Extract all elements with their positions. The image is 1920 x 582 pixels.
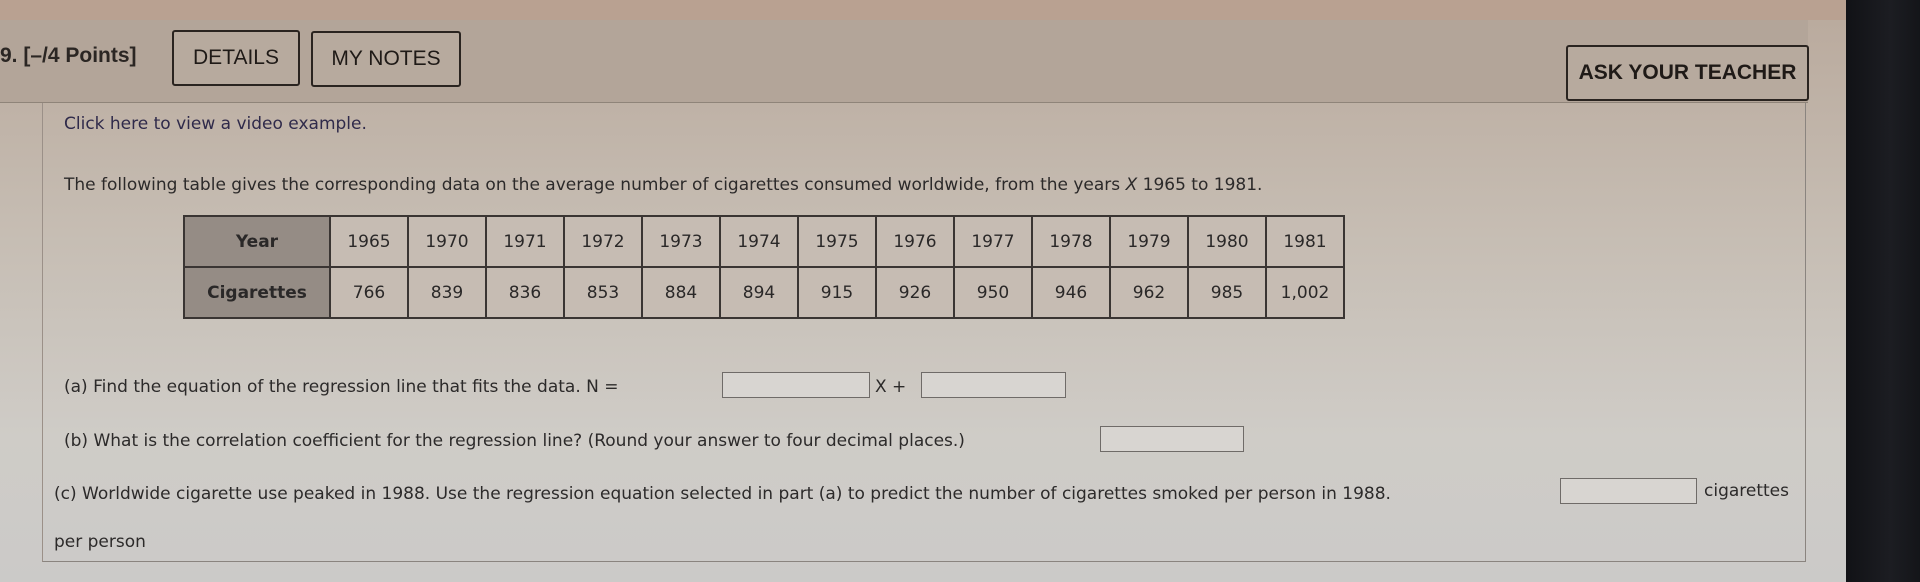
cigarettes-cell: 894 bbox=[719, 266, 799, 319]
year-cell: 1978 bbox=[1031, 215, 1111, 268]
row-header-cigarettes: Cigarettes bbox=[183, 266, 331, 319]
year-cell: 1974 bbox=[719, 215, 799, 268]
cigarettes-cell: 946 bbox=[1031, 266, 1111, 319]
screen: 9. [–/4 Points] DETAILS MY NOTES ASK YOU… bbox=[0, 0, 1846, 582]
part-b-text: (b) What is the correlation coefficient … bbox=[64, 431, 965, 451]
part-c-text: (c) Worldwide cigarette use peaked in 19… bbox=[54, 484, 1391, 504]
slope-input-field[interactable] bbox=[723, 373, 869, 397]
cigarettes-cell: 839 bbox=[407, 266, 487, 319]
ask-your-teacher-button[interactable]: ASK YOUR TEACHER bbox=[1566, 45, 1809, 101]
row-header-year: Year bbox=[183, 215, 331, 268]
part-c-wrap-text: per person bbox=[54, 532, 146, 552]
prediction-input-field[interactable] bbox=[1561, 479, 1696, 503]
cigarettes-cell: 884 bbox=[641, 266, 721, 319]
year-cell: 1965 bbox=[329, 215, 409, 268]
year-cell: 1972 bbox=[563, 215, 643, 268]
year-cell: 1979 bbox=[1109, 215, 1189, 268]
cigarettes-cell: 836 bbox=[485, 266, 565, 319]
video-example-link[interactable]: Click here to view a video example. bbox=[64, 114, 367, 134]
table-row-cigarettes: Cigarettes 766 839 836 853 884 894 915 9… bbox=[183, 266, 1345, 319]
table-row-year: Year 1965 1970 1971 1972 1973 1974 1975 … bbox=[183, 215, 1345, 268]
intro-text-prefix: The following table gives the correspond… bbox=[64, 175, 1126, 195]
year-cell: 1975 bbox=[797, 215, 877, 268]
details-button[interactable]: DETAILS bbox=[172, 30, 300, 86]
year-cell: 1970 bbox=[407, 215, 487, 268]
intercept-input[interactable] bbox=[921, 372, 1066, 398]
year-cell: 1981 bbox=[1265, 215, 1345, 268]
slope-input[interactable] bbox=[722, 372, 870, 398]
year-cell: 1980 bbox=[1187, 215, 1267, 268]
correlation-input-field[interactable] bbox=[1101, 427, 1243, 451]
year-cell: 1977 bbox=[953, 215, 1033, 268]
cigarettes-data-table: Year 1965 1970 1971 1972 1973 1974 1975 … bbox=[183, 215, 1345, 319]
cigarettes-cell: 926 bbox=[875, 266, 955, 319]
intro-text: The following table gives the correspond… bbox=[64, 175, 1262, 195]
prediction-input[interactable] bbox=[1560, 478, 1697, 504]
part-a-text: (a) Find the equation of the regression … bbox=[64, 377, 619, 397]
cigarettes-cell: 1,002 bbox=[1265, 266, 1345, 319]
top-strip bbox=[0, 0, 1846, 20]
year-cell: 1976 bbox=[875, 215, 955, 268]
intro-text-suffix: 1965 to 1981. bbox=[1137, 175, 1263, 195]
cigarettes-cell: 915 bbox=[797, 266, 877, 319]
year-cell: 1971 bbox=[485, 215, 565, 268]
my-notes-button[interactable]: MY NOTES bbox=[311, 31, 461, 87]
part-c-unit: cigarettes bbox=[1704, 481, 1789, 501]
cigarettes-cell: 766 bbox=[329, 266, 409, 319]
cigarettes-cell: 962 bbox=[1109, 266, 1189, 319]
cigarettes-cell: 985 bbox=[1187, 266, 1267, 319]
correlation-input[interactable] bbox=[1100, 426, 1244, 452]
intro-variable: X bbox=[1125, 175, 1138, 195]
question-points-label: 9. [–/4 Points] bbox=[0, 44, 137, 67]
cigarettes-cell: 853 bbox=[563, 266, 643, 319]
monitor-bezel bbox=[1846, 0, 1920, 582]
intercept-input-field[interactable] bbox=[922, 373, 1065, 397]
part-a-x-plus: X + bbox=[875, 377, 907, 397]
cigarettes-cell: 950 bbox=[953, 266, 1033, 319]
year-cell: 1973 bbox=[641, 215, 721, 268]
